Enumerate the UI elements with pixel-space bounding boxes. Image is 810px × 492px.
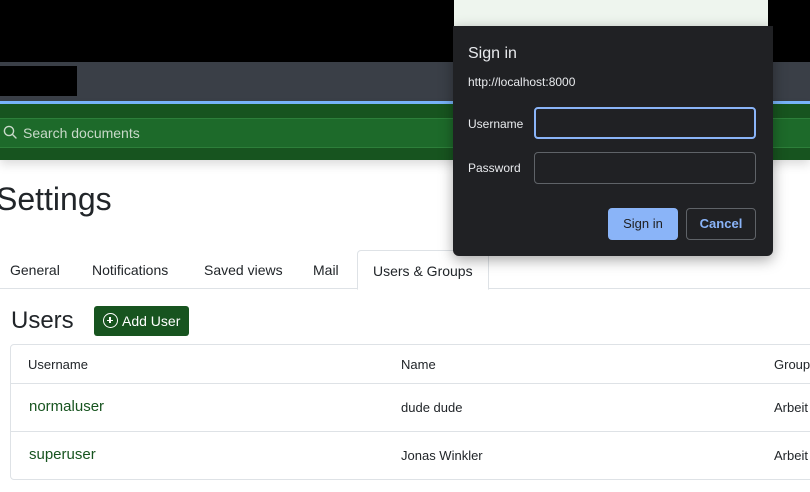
row-divider: [11, 431, 810, 432]
password-label: Password: [468, 161, 521, 175]
tab-general[interactable]: General: [10, 250, 60, 289]
table-row-name: Jonas Winkler: [401, 448, 483, 463]
logo: [0, 66, 77, 96]
sign-in-button[interactable]: Sign in: [608, 208, 678, 240]
password-field[interactable]: [534, 152, 756, 184]
username-field[interactable]: [534, 107, 756, 139]
tab-saved-views[interactable]: Saved views: [204, 250, 283, 289]
tab-mail[interactable]: Mail: [313, 250, 339, 289]
users-heading: Users: [11, 307, 74, 334]
username-label: Username: [468, 117, 524, 131]
table-row-group: Arbeit: [774, 448, 808, 463]
browser-strip: [454, 0, 768, 26]
column-header-username: Username: [28, 357, 88, 372]
column-header-group: Group: [774, 357, 810, 372]
sign-in-dialog: Sign in http://localhost:8000 Username P…: [453, 26, 773, 256]
plus-circle-icon: [103, 313, 118, 328]
dialog-origin: http://localhost:8000: [468, 75, 576, 89]
users-table: Username Name Group normaluser dude dude…: [10, 344, 810, 480]
table-row-group: Arbeit: [774, 400, 808, 415]
tab-users-groups[interactable]: Users & Groups: [357, 250, 489, 290]
cancel-button[interactable]: Cancel: [686, 208, 756, 240]
tab-notifications[interactable]: Notifications: [92, 250, 168, 289]
add-user-label: Add User: [122, 313, 181, 329]
table-row-name: dude dude: [401, 400, 463, 415]
column-header-name: Name: [401, 357, 436, 372]
search-icon: [3, 125, 17, 139]
table-row-username-link[interactable]: normaluser: [29, 398, 104, 415]
add-user-button[interactable]: Add User: [94, 306, 189, 336]
search-placeholder: Search documents: [23, 125, 140, 141]
table-row-username-link[interactable]: superuser: [29, 446, 96, 463]
page-title: Settings: [0, 181, 112, 217]
dialog-title: Sign in: [468, 45, 517, 62]
row-divider: [11, 383, 810, 384]
